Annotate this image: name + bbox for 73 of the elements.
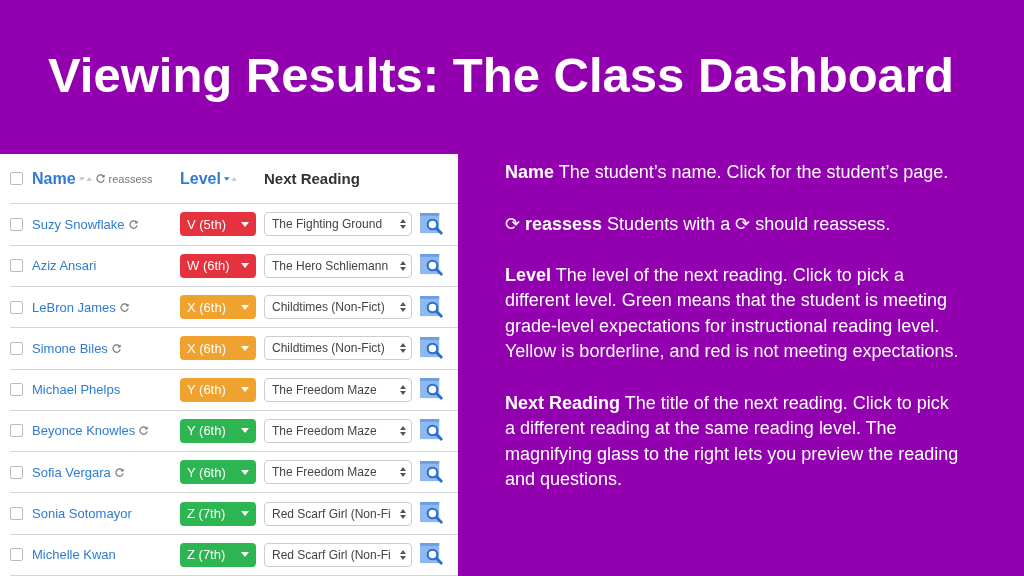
student-name-link[interactable]: Michael Phelps [32, 382, 121, 398]
level-column-header[interactable]: Level [180, 169, 221, 188]
reading-select[interactable]: The Freedom Maze [264, 418, 412, 443]
preview-search-icon[interactable] [420, 460, 445, 484]
description-paragraph: Next Reading The title of the next reading. Click to pick a different reading at the same reading level. The magnifying glass to the right lets you preview the reading and questions. [505, 391, 960, 492]
caret-icon [241, 387, 249, 393]
sort-icon[interactable] [223, 174, 237, 183]
checkbox[interactable] [10, 548, 23, 562]
preview-search-icon[interactable] [420, 254, 445, 278]
slide-title: Viewing Results: The Class Dashboard [48, 47, 955, 104]
up-down-arrows-icon [400, 383, 406, 396]
level-dropdown[interactable]: Y (6th) [180, 460, 256, 485]
level-dropdown[interactable]: Z (7th) [180, 542, 256, 567]
up-down-arrows-icon [400, 218, 406, 231]
student-name-link[interactable]: Simone Biles [32, 340, 108, 356]
checkbox[interactable] [10, 217, 23, 231]
checkbox[interactable] [10, 424, 23, 438]
student-name-link[interactable]: Sofia Vergara [32, 464, 111, 480]
student-name-link[interactable]: Aziz Ansari [32, 258, 97, 274]
up-down-arrows-icon [400, 259, 406, 272]
up-down-arrows-icon [400, 424, 406, 437]
level-dropdown[interactable]: W (6th) [180, 253, 256, 278]
checkbox[interactable] [10, 465, 23, 479]
up-down-arrows-icon [400, 548, 406, 561]
level-dropdown[interactable]: V (5th) [180, 212, 256, 237]
reading-select[interactable]: Childtimes (Non-Fict) [264, 336, 412, 361]
caret-icon [241, 428, 249, 434]
up-down-arrows-icon [400, 342, 406, 355]
checkbox[interactable] [10, 300, 23, 314]
reading-select[interactable]: Red Scarf Girl (Non-Fi [264, 542, 412, 567]
caret-icon [241, 469, 249, 475]
reassess-label: reassess [108, 172, 153, 185]
caret-icon [241, 221, 249, 227]
preview-search-icon[interactable] [420, 378, 445, 402]
checkbox[interactable] [10, 507, 23, 521]
up-down-arrows-icon [400, 466, 406, 479]
student-name-link[interactable]: Beyonce Knowles [32, 423, 136, 439]
preview-search-icon[interactable] [420, 502, 445, 526]
name-column-header[interactable]: Name [32, 169, 76, 188]
caret-icon [241, 263, 249, 269]
reading-select[interactable]: The Freedom Maze [264, 460, 412, 485]
preview-search-icon[interactable] [420, 212, 445, 236]
reading-select[interactable]: The Freedom Maze [264, 377, 412, 402]
checkbox[interactable] [10, 341, 23, 355]
description-paragraph: ⟳ reassess Students with a ⟳ should reassess. [505, 212, 892, 236]
student-name-link[interactable]: LeBron James [32, 299, 116, 315]
reading-select[interactable]: The Fighting Ground [264, 212, 412, 237]
level-dropdown[interactable]: Z (7th) [180, 501, 256, 526]
caret-icon [241, 345, 249, 351]
reading-select[interactable]: Childtimes (Non-Fict) [264, 295, 412, 320]
next-reading-header: Next Reading [264, 170, 360, 188]
description-paragraph: Level The level of the next reading. Click to pick a different level. Green means that the student is meeting grade-level expectations for instructional reading level. Yellow is borderline, and red is not meeting expectations. [505, 263, 960, 364]
up-down-arrows-icon [400, 301, 406, 314]
preview-search-icon[interactable] [420, 295, 445, 319]
refresh-icon [94, 173, 106, 185]
caret-icon [241, 552, 249, 558]
reading-select[interactable]: The Hero Schliemann [264, 253, 412, 278]
reading-select[interactable]: Red Scarf Girl (Non-Fi [264, 501, 412, 526]
checkbox[interactable] [10, 383, 23, 397]
student-name-link[interactable]: Sonia Sotomayor [32, 506, 132, 522]
caret-icon [241, 511, 249, 517]
description-paragraph: Name The student’s name. Click for the student’s page. [505, 161, 950, 185]
checkbox[interactable] [10, 259, 23, 273]
up-down-arrows-icon [400, 507, 406, 520]
checkbox[interactable] [10, 172, 23, 186]
sort-icon[interactable] [78, 174, 92, 183]
student-name-link[interactable]: Suzy Snowflake [32, 216, 125, 232]
caret-icon [241, 304, 249, 310]
preview-search-icon[interactable] [420, 543, 445, 567]
preview-search-icon[interactable] [420, 336, 445, 360]
student-name-link[interactable]: Michelle Kwan [32, 547, 116, 563]
preview-search-icon[interactable] [420, 419, 445, 443]
level-dropdown[interactable]: Y (6th) [180, 418, 256, 443]
